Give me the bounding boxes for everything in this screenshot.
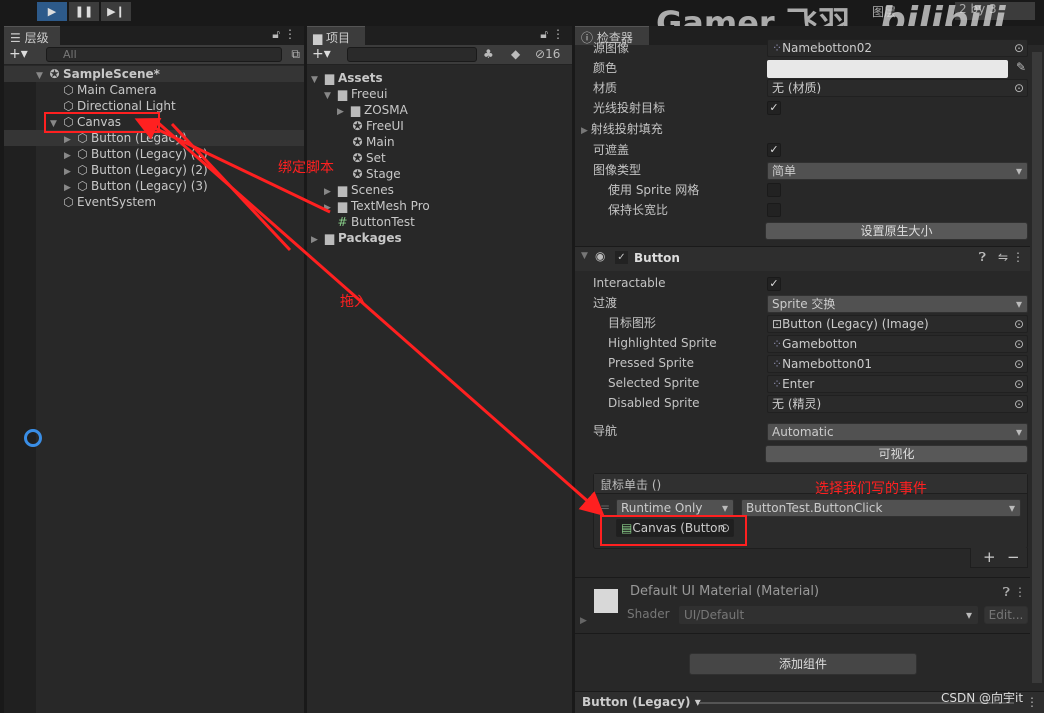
annotation-select-event: 选择我们写的事件 [815, 481, 927, 497]
annotation-overlay [44, 112, 747, 546]
object-highlight-box [600, 515, 747, 546]
drag-in-arrow-line [170, 122, 292, 252]
annotation-drag-in: 拖入 [340, 294, 368, 310]
annotation-bind-script: 绑定脚本 [278, 160, 334, 176]
